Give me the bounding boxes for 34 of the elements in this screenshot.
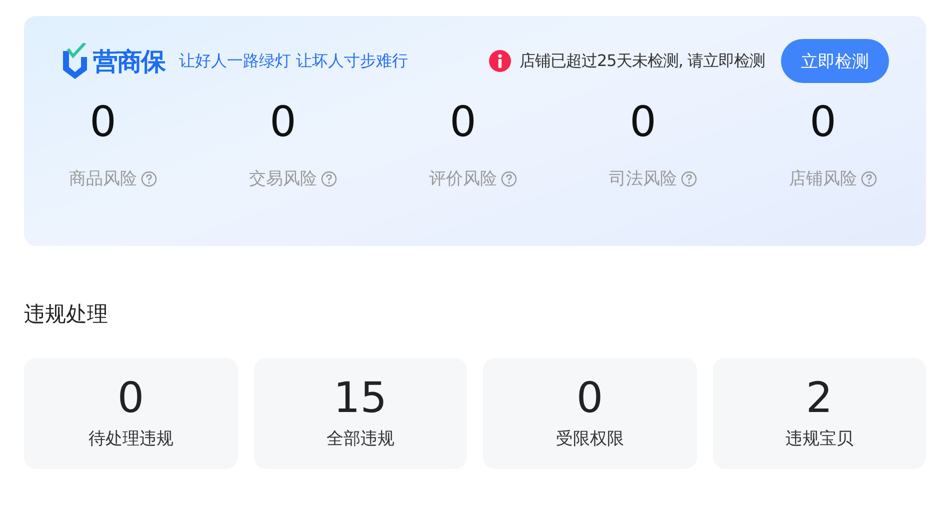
shield-check-icon: [61, 43, 89, 79]
risk-count: 0: [90, 101, 116, 143]
help-icon[interactable]: [861, 170, 877, 186]
violation-count: 2: [806, 377, 833, 419]
risk-count: 0: [450, 101, 476, 143]
violation-card[interactable]: 15 全部违规: [254, 358, 467, 469]
risk-label: 商品风险: [69, 168, 137, 190]
help-icon[interactable]: [321, 170, 337, 186]
violation-label: 违规宝贝: [785, 428, 854, 450]
risk-count: 0: [630, 101, 656, 143]
help-icon[interactable]: [141, 170, 157, 186]
help-icon[interactable]: [501, 170, 517, 186]
risk-label: 司法风险: [609, 168, 677, 190]
check-now-button[interactable]: 立即检测: [781, 39, 889, 83]
violation-count: 0: [576, 377, 604, 419]
violation-count: 15: [334, 377, 387, 419]
info-icon: [489, 50, 512, 72]
alert-message: 店铺已超过25天未检测, 请立即检测: [519, 50, 765, 72]
violation-label: 待处理违规: [88, 428, 174, 450]
violation-label: 全部违规: [326, 428, 394, 450]
risk-count: 0: [810, 101, 836, 143]
section-title: 违规处理: [24, 301, 109, 328]
help-icon[interactable]: [681, 170, 697, 186]
violation-card[interactable]: 2 违规宝贝: [712, 358, 926, 469]
logo-text: 营商保: [93, 46, 165, 78]
risk-label: 店铺风险: [789, 168, 857, 190]
violation-count: 0: [117, 377, 144, 419]
violation-card[interactable]: 0 受限权限: [483, 358, 696, 469]
slogan: 让好人一路绿灯 让坏人寸步难行: [179, 50, 408, 72]
risk-label: 交易风险: [249, 168, 317, 190]
risk-count: 0: [270, 101, 296, 143]
violation-label: 受限权限: [556, 428, 624, 450]
violation-card[interactable]: 0 待处理违规: [24, 358, 238, 469]
risk-label: 评价风险: [429, 168, 497, 190]
